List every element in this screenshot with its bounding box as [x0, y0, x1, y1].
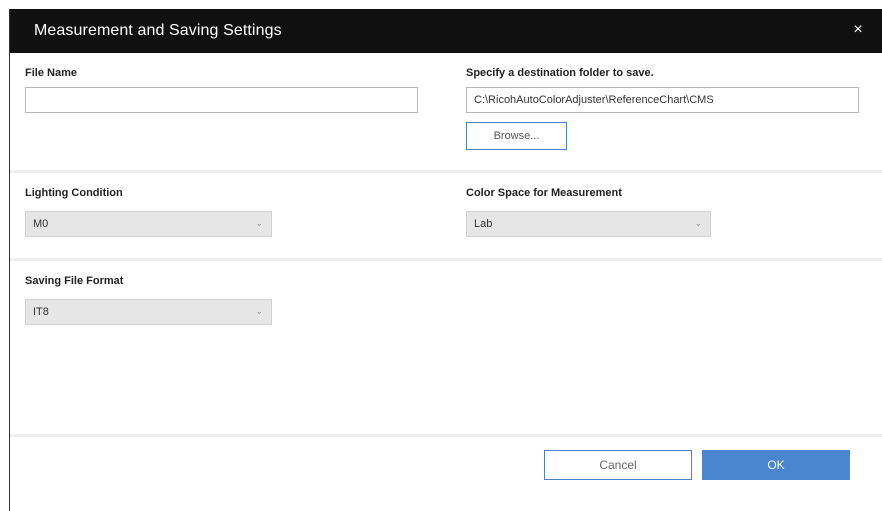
chevron-down-icon: ⌄ [255, 218, 263, 228]
saving-file-format-select[interactable]: IT8 ⌄ [25, 299, 272, 325]
destination-folder-field[interactable]: C:\RicohAutoColorAdjuster\ReferenceChart… [466, 87, 859, 113]
color-space-select[interactable]: Lab ⌄ [466, 211, 711, 237]
color-space-value: Lab [474, 218, 493, 230]
dialog-titlebar: Measurement and Saving Settings × [10, 9, 882, 53]
close-icon[interactable]: × [847, 19, 869, 41]
ok-button[interactable]: OK [702, 450, 850, 480]
chevron-down-icon: ⌄ [694, 218, 702, 228]
section-divider [10, 170, 882, 173]
dialog-title: Measurement and Saving Settings [34, 22, 282, 39]
saving-file-format-value: IT8 [33, 306, 49, 318]
file-name-input[interactable] [25, 87, 418, 113]
file-name-label: File Name [25, 67, 77, 79]
lighting-condition-label: Lighting Condition [25, 187, 123, 199]
browse-button[interactable]: Browse... [466, 122, 567, 150]
destination-folder-path: C:\RicohAutoColorAdjuster\ReferenceChart… [474, 94, 714, 106]
lighting-condition-select[interactable]: M0 ⌄ [25, 211, 272, 237]
measurement-settings-dialog: Measurement and Saving Settings × File N… [9, 9, 882, 511]
destination-folder-label: Specify a destination folder to save. [466, 67, 654, 79]
color-space-label: Color Space for Measurement [466, 187, 622, 199]
saving-file-format-label: Saving File Format [25, 275, 124, 287]
cancel-button[interactable]: Cancel [544, 450, 692, 480]
section-divider [10, 258, 882, 261]
footer-divider [10, 434, 882, 437]
lighting-condition-value: M0 [33, 218, 49, 230]
chevron-down-icon: ⌄ [255, 306, 263, 316]
